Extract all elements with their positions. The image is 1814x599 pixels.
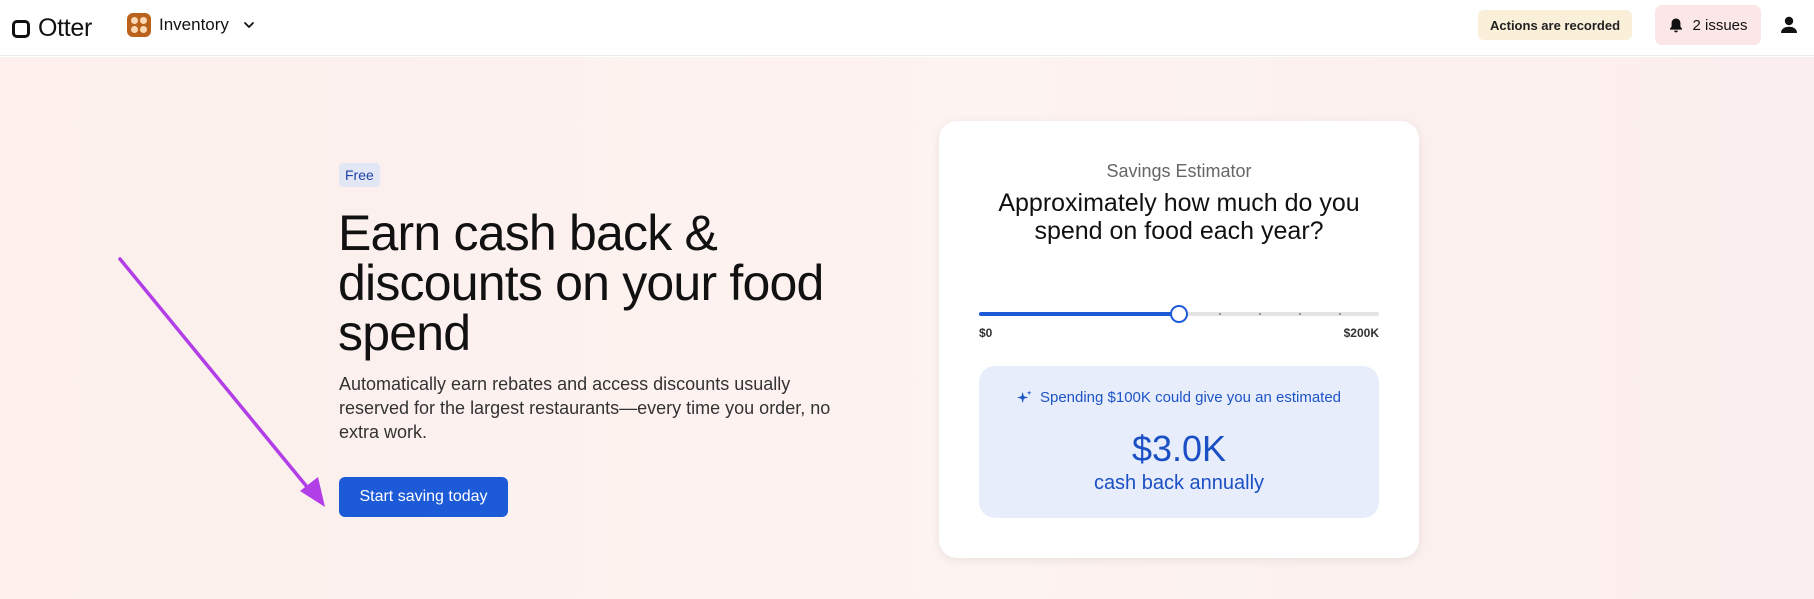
hero-headline: Earn cash back & discounts on your food … [338,205,824,361]
cash-back-value: $3.0K [1131,428,1227,469]
spend-slider[interactable] [979,304,1379,324]
recording-badge: Actions are recorded [1478,10,1633,40]
top-bar: Otter Inventory Actions are recorded 2 i… [0,0,1814,56]
user-icon[interactable] [1778,14,1800,36]
issues-button[interactable]: 2 issues [1655,5,1761,45]
slider-thumb[interactable] [1170,305,1188,323]
otter-logo[interactable]: Otter [12,14,92,43]
issues-label: 2 issues [1692,16,1748,34]
hero-description: Automatically earn rebates and access di… [339,374,831,442]
free-badge: Free [339,163,380,187]
slider-tick [1299,313,1301,315]
otter-logo-icon [12,19,30,38]
logo-text: Otter [38,14,93,42]
slider-min-label: $0 [979,326,993,340]
bell-icon [1670,18,1683,32]
savings-estimator-card: Savings Estimator Approximately how much… [939,121,1419,558]
app-switcher[interactable]: Inventory [127,13,257,37]
slider-tick [1259,313,1261,315]
result-description: Spending $100K could give you an estimat… [1039,389,1342,406]
start-saving-button[interactable]: Start saving today [339,477,508,517]
app-name: Inventory [159,15,229,34]
chevron-down-icon [244,22,254,28]
slider-max-label: $200K [1343,326,1379,340]
slider-tick [1219,313,1221,315]
sparkle-icon [1016,390,1032,404]
result-line: Spending $100K could give you an estimat… [979,389,1379,406]
estimate-result-panel: Spending $100K could give you an estimat… [979,366,1379,518]
slider-tick [1339,313,1341,315]
cash-back-caption: cash back annually [1093,472,1265,494]
estimator-question: Approximately how much do you spend on f… [998,189,1360,245]
main-content: Free Earn cash back & discounts on your … [0,57,1814,599]
slider-fill [979,312,1179,316]
inventory-app-icon [127,13,151,37]
estimator-eyebrow: Savings Estimator [1106,161,1252,181]
annotation-arrow-icon [118,257,325,507]
